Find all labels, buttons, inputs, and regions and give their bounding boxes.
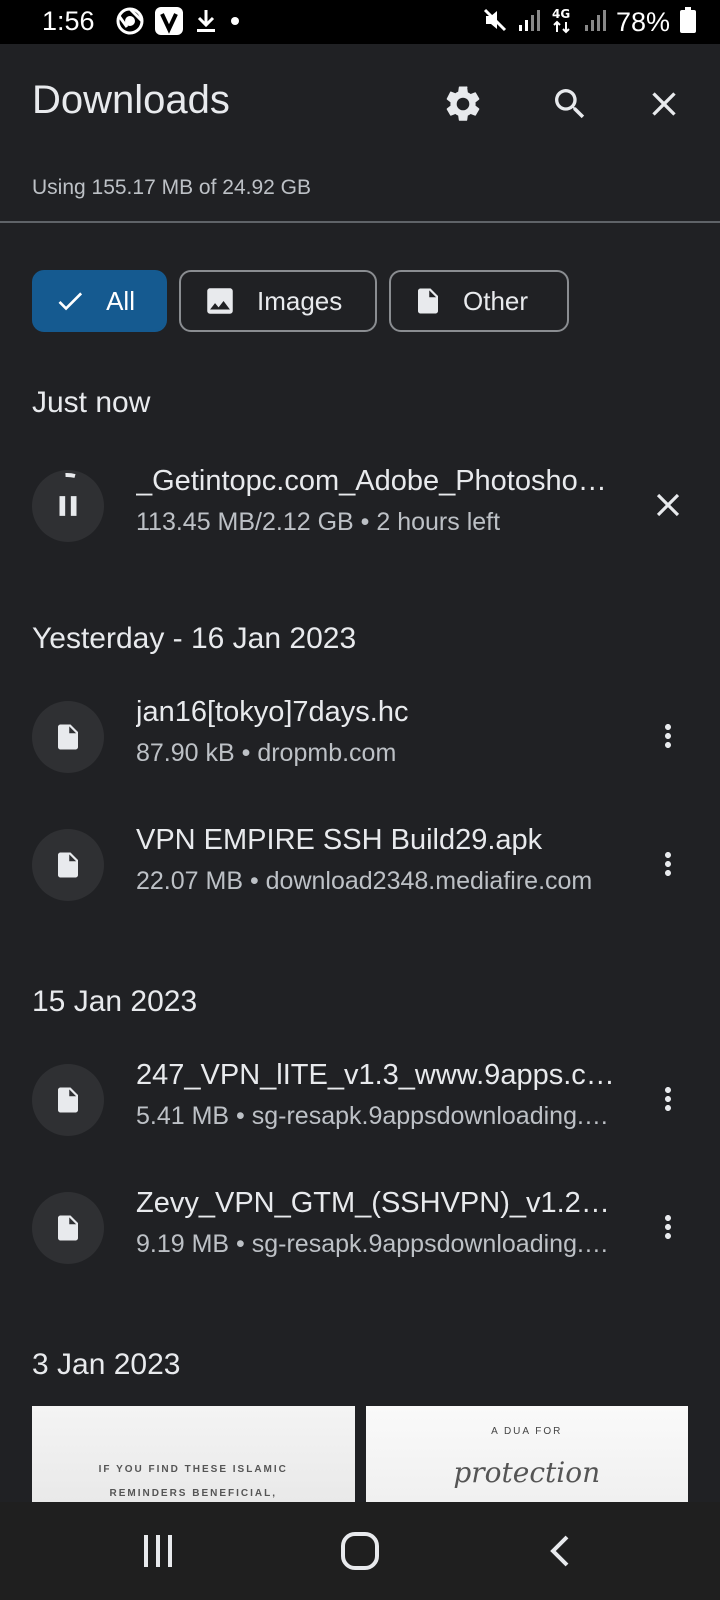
file-icon — [418, 288, 438, 314]
filter-chip-label: All — [106, 285, 135, 316]
settings-button[interactable] — [433, 74, 493, 134]
more-options-button[interactable] — [638, 1197, 698, 1257]
home-icon — [341, 1532, 379, 1570]
gear-icon — [446, 86, 480, 121]
section-header: Yesterday - 16 Jan 2023 — [32, 622, 357, 655]
filter-chip-images[interactable]: Images — [179, 270, 377, 332]
v-app-icon — [154, 6, 184, 41]
section-header: Just now — [32, 386, 151, 419]
cancel-download-button[interactable] — [638, 475, 698, 535]
dot-icon — [228, 14, 242, 33]
file-icon — [58, 724, 78, 750]
file-meta: 87.90 kB • dropmb.com — [136, 739, 397, 767]
home-button[interactable] — [330, 1526, 390, 1576]
search-icon — [555, 89, 585, 119]
mute-icon — [482, 7, 508, 38]
file-name: jan16[tokyo]7days.hc — [136, 696, 409, 728]
more-options-button[interactable] — [638, 706, 698, 766]
file-meta: 113.45 MB/2.12 GB • 2 hours left — [136, 508, 501, 536]
image-thumbnail[interactable]: A DUA FOR protection — [365, 1406, 688, 1502]
file-meta: 9.19 MB • sg-resapk.9appsdownloading.com — [136, 1230, 618, 1258]
more-vert-icon — [665, 852, 671, 876]
back-icon — [550, 1535, 569, 1567]
filter-chip-label: Images — [257, 285, 343, 316]
filter-chips: All Images Other — [32, 270, 569, 332]
file-name: _Getintopc.com_Adobe_Photoshop_2023_v24.… — [136, 465, 618, 497]
check-icon — [58, 292, 83, 311]
more-vert-icon — [665, 724, 671, 748]
divider — [0, 221, 720, 223]
filter-chip-label: Other — [463, 285, 529, 316]
status-system-icons: 4G 78% — [482, 6, 696, 38]
file-icon-container — [32, 701, 104, 773]
filter-chip-all[interactable]: All — [32, 270, 167, 332]
file-icon-container — [32, 829, 104, 901]
progress-ring — [65, 472, 76, 478]
status-time: 1:56 — [42, 6, 95, 36]
more-vert-icon — [665, 1215, 671, 1239]
search-button[interactable] — [540, 74, 600, 134]
system-nav-bar — [0, 1502, 720, 1600]
file-name: 247_VPN_lITE_v1.3_www.9apps.com.apk — [136, 1059, 618, 1091]
cancel-icon — [656, 493, 680, 517]
signal-icon — [518, 8, 540, 37]
signal-icon-2 — [584, 8, 606, 37]
4g-icon: 4G — [550, 6, 574, 39]
battery-icon — [680, 6, 696, 38]
page-title: Downloads — [32, 78, 230, 122]
image-thumbnail[interactable]: IF YOU FIND THESE ISLAMIC REMINDERS BENE… — [32, 1406, 355, 1502]
storage-usage: Using 155.17 MB of 24.92 GB — [32, 176, 311, 199]
app-bar: Downloads — [0, 44, 720, 154]
status-notification-icons — [116, 6, 242, 41]
section-header: 3 Jan 2023 — [32, 1348, 181, 1381]
image-grid: IF YOU FIND THESE ISLAMIC REMINDERS BENE… — [32, 1406, 688, 1502]
thumbnail-text: REMINDERS BENEFICIAL, — [109, 1488, 278, 1499]
file-icon — [58, 1087, 78, 1113]
file-meta: 5.41 MB • sg-resapk.9appsdownloading.com — [136, 1102, 618, 1130]
file-icon-container — [32, 1064, 104, 1136]
status-bar: 1:56 4G 78% — [0, 0, 720, 44]
battery-percentage: 78% — [615, 6, 670, 37]
close-button[interactable] — [634, 74, 694, 134]
download-item[interactable]: jan16[tokyo]7days.hc 87.90 kB • dropmb.c… — [0, 686, 720, 786]
file-icon-container — [32, 1192, 104, 1264]
download-item[interactable]: VPN EMPIRE SSH Build29.apk 22.07 MB • do… — [0, 814, 720, 914]
file-name: VPN EMPIRE SSH Build29.apk — [136, 824, 543, 856]
file-meta: 22.07 MB • download2348.mediafire.com — [136, 867, 593, 895]
download-item[interactable]: 247_VPN_lITE_v1.3_www.9apps.com.apk 5.41… — [0, 1049, 720, 1149]
back-button[interactable] — [531, 1526, 591, 1576]
section-header: 15 Jan 2023 — [32, 985, 198, 1018]
svg-text:4G: 4G — [552, 7, 570, 21]
filter-chip-other[interactable]: Other — [389, 270, 569, 332]
close-icon — [652, 92, 676, 116]
image-icon — [207, 288, 233, 314]
chrome-icon — [116, 7, 144, 40]
file-name: Zevy_VPN_GTM_(SSHVPN)_v1.2_www.9apps.com… — [136, 1187, 618, 1219]
download-item[interactable]: Zevy_VPN_GTM_(SSHVPN)_v1.2_www.9apps.com… — [0, 1177, 720, 1277]
more-options-button[interactable] — [638, 834, 698, 894]
more-options-button[interactable] — [638, 1069, 698, 1129]
file-icon — [58, 1215, 78, 1241]
thumbnail-text: protection — [453, 1456, 601, 1489]
recents-button[interactable] — [128, 1526, 188, 1576]
thumbnail-text: A DUA FOR — [491, 1426, 563, 1437]
more-vert-icon — [665, 1087, 671, 1111]
thumbnail-text: IF YOU FIND THESE ISLAMIC — [98, 1464, 288, 1475]
download-item-in-progress[interactable]: _Getintopc.com_Adobe_Photoshop_2023_v24.… — [0, 455, 720, 555]
pause-button[interactable] — [32, 470, 104, 542]
download-arrow-icon — [194, 7, 218, 40]
file-icon — [58, 852, 78, 878]
recents-icon — [144, 1535, 172, 1567]
